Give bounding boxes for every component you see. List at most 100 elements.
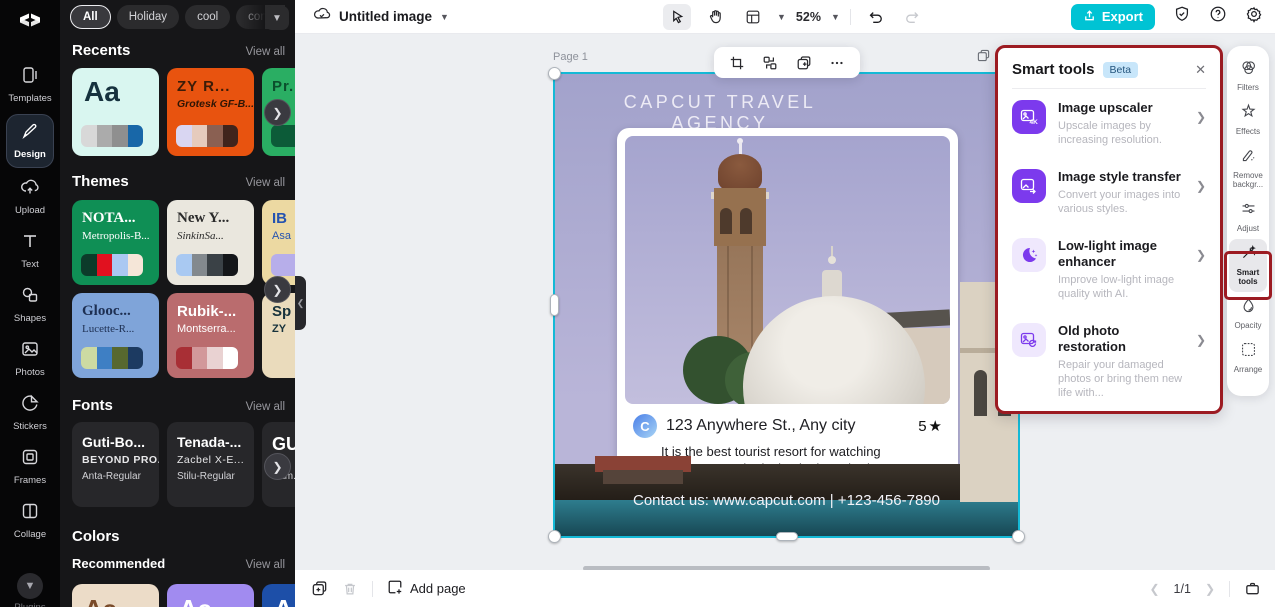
zoom-chevron-down-icon[interactable]: ▼ — [831, 12, 840, 22]
copy-page-icon[interactable] — [977, 49, 990, 67]
font-card[interactable]: Guti-Bo... BEYOND PRO... Anta-Regular — [72, 422, 159, 507]
color-card[interactable]: Aa — [72, 584, 159, 607]
sidebar-item-stickers[interactable]: Stickers — [0, 386, 60, 440]
duplicate-page-button[interactable] — [311, 580, 328, 597]
theme-card[interactable]: New Y... SinkinSa... — [167, 200, 254, 285]
poster-photo-card[interactable]: C 123 Anywhere St., Any city 5 ★ It is th… — [617, 128, 958, 485]
palette-swatch — [271, 254, 295, 276]
close-icon[interactable]: ✕ — [1195, 62, 1206, 78]
upload-cloud-icon — [20, 177, 40, 202]
layout-tool-button[interactable] — [739, 4, 767, 30]
arrange-icon — [1240, 341, 1257, 363]
export-button[interactable]: Export — [1070, 3, 1155, 30]
redo-button[interactable] — [899, 4, 927, 30]
theme-card[interactable]: Rubik-... Montserra... — [167, 293, 254, 378]
tab-opacity[interactable]: Opacity — [1229, 292, 1267, 336]
tab-remove-background[interactable]: Remove backgr... — [1229, 142, 1267, 195]
sidebar-item-shapes[interactable]: Shapes — [0, 278, 60, 332]
layout-chevron-down-icon[interactable]: ▼ — [777, 12, 786, 22]
undo-button[interactable] — [861, 4, 889, 30]
chips-expand-button[interactable]: ▼ — [265, 6, 289, 30]
sidebar-item-collage[interactable]: Collage — [0, 494, 60, 548]
recent-card-1[interactable]: Aa — [72, 68, 159, 156]
theme-card[interactable]: IB Asa — [262, 200, 295, 285]
themes-header: Themes View all — [72, 173, 285, 190]
collage-icon — [20, 501, 40, 526]
theme-subtitle: Asa — [272, 230, 291, 242]
design-panel: All Holiday cool concise ▼ Recents View … — [60, 0, 295, 607]
resize-handle-top-left[interactable] — [548, 67, 561, 80]
hand-tool-button[interactable] — [701, 4, 729, 30]
add-page-button[interactable]: Add page — [387, 579, 466, 598]
sidebar-item-label: Collage — [13, 529, 47, 540]
replace-button[interactable] — [758, 51, 782, 75]
recent-card-2[interactable]: ZY R... Grotesk GF-B... — [167, 68, 254, 156]
poster-canvas[interactable]: CAPCUT TRAVEL AGENCY C 123 Anywhere St.,… — [553, 72, 1020, 538]
smart-tool-low-light-enhancer[interactable]: Low-light image enhancer Improve low-lig… — [998, 227, 1220, 312]
chip-all[interactable]: All — [70, 5, 111, 29]
settings-gear-icon[interactable] — [1245, 5, 1263, 28]
help-icon[interactable] — [1209, 5, 1227, 28]
colors-view-all-link[interactable]: View all — [246, 559, 285, 571]
panel-collapse-handle[interactable]: ❮ — [295, 276, 306, 330]
tab-smart-tools[interactable]: Smart tools — [1229, 239, 1267, 292]
poster-address[interactable]: 123 Anywhere St., Any city — [666, 417, 909, 435]
chevron-right-icon: ❯ — [272, 459, 283, 474]
color-card[interactable]: Aa — [167, 584, 254, 607]
tab-filters[interactable]: Filters — [1229, 54, 1267, 98]
sidebar-item-photos[interactable]: Photos — [0, 332, 60, 386]
resize-handle-bottom[interactable] — [775, 532, 798, 541]
tab-adjust[interactable]: Adjust — [1229, 195, 1267, 239]
capcut-logo[interactable] — [17, 8, 43, 39]
theme-card[interactable]: Glooc... Lucette-R... — [72, 293, 159, 378]
sidebar-item-upload[interactable]: Upload — [0, 170, 60, 224]
font-card[interactable]: Tenada-... Zacbel X-E... Stilu-Regular — [167, 422, 254, 507]
shield-check-icon[interactable] — [1173, 5, 1191, 28]
document-title[interactable]: Untitled image — [339, 9, 432, 24]
smart-tool-image-upscaler[interactable]: 4K Image upscaler Upscale images by incr… — [998, 89, 1220, 158]
next-page-icon[interactable]: ❯ — [1205, 582, 1215, 596]
rail-more-button[interactable]: ▼ — [17, 573, 43, 599]
previous-page-icon[interactable]: ❮ — [1149, 582, 1159, 596]
zoom-level[interactable]: 52% — [796, 10, 821, 24]
select-tool-button[interactable] — [663, 3, 691, 30]
crop-button[interactable] — [725, 51, 749, 75]
theme-card[interactable]: Sp ZY — [262, 293, 295, 378]
poster-contact[interactable]: Contact us: www.capcut.com | +123-456-78… — [553, 492, 1020, 509]
resize-handle-bottom-left[interactable] — [548, 530, 561, 543]
font-sample: ZY R... — [177, 78, 231, 95]
font-name: Anta-Regular — [82, 471, 141, 482]
photos-icon — [20, 339, 40, 364]
theme-card[interactable]: NOTA... Metropolis-B... — [72, 200, 159, 285]
adjust-icon — [1240, 200, 1257, 222]
chevron-right-icon: ❯ — [1195, 333, 1206, 347]
fonts-scroll-right-button[interactable]: ❯ — [264, 453, 291, 480]
themes-scroll-right-button[interactable]: ❯ — [264, 276, 291, 303]
recents-scroll-right-button[interactable]: ❯ — [264, 99, 291, 126]
filter-chips: All Holiday cool concise — [70, 5, 285, 31]
sidebar-item-design[interactable]: Design — [6, 114, 54, 168]
sidebar-item-text[interactable]: Text — [0, 224, 60, 278]
theme-subtitle: Lucette-R... — [82, 323, 135, 335]
color-card[interactable]: A — [262, 584, 295, 607]
delete-page-button[interactable] — [342, 581, 358, 597]
sidebar-item-templates[interactable]: Templates — [0, 58, 60, 112]
chip-cool[interactable]: cool — [185, 5, 231, 29]
title-chevron-down-icon[interactable]: ▼ — [440, 12, 449, 22]
chip-holiday[interactable]: Holiday — [116, 5, 180, 29]
tab-effects[interactable]: Effects — [1229, 98, 1267, 142]
resize-handle-left[interactable] — [550, 294, 559, 316]
duplicate-button[interactable] — [792, 51, 816, 75]
smart-tool-old-photo-restoration[interactable]: Old photo restoration Repair your damage… — [998, 312, 1220, 411]
sidebar-item-frames[interactable]: Frames — [0, 440, 60, 494]
recents-view-all-link[interactable]: View all — [246, 46, 285, 58]
fonts-view-all-link[interactable]: View all — [246, 401, 285, 413]
smart-tool-image-style-transfer[interactable]: Image style transfer Convert your images… — [998, 158, 1220, 227]
pages-panel-button[interactable] — [1244, 580, 1261, 597]
resize-handle-bottom-right[interactable] — [1012, 530, 1025, 543]
tab-arrange[interactable]: Arrange — [1229, 336, 1267, 380]
palette-swatch — [81, 347, 143, 369]
themes-view-all-link[interactable]: View all — [246, 177, 285, 189]
more-options-button[interactable] — [825, 51, 849, 75]
section-title: Themes — [72, 173, 129, 190]
